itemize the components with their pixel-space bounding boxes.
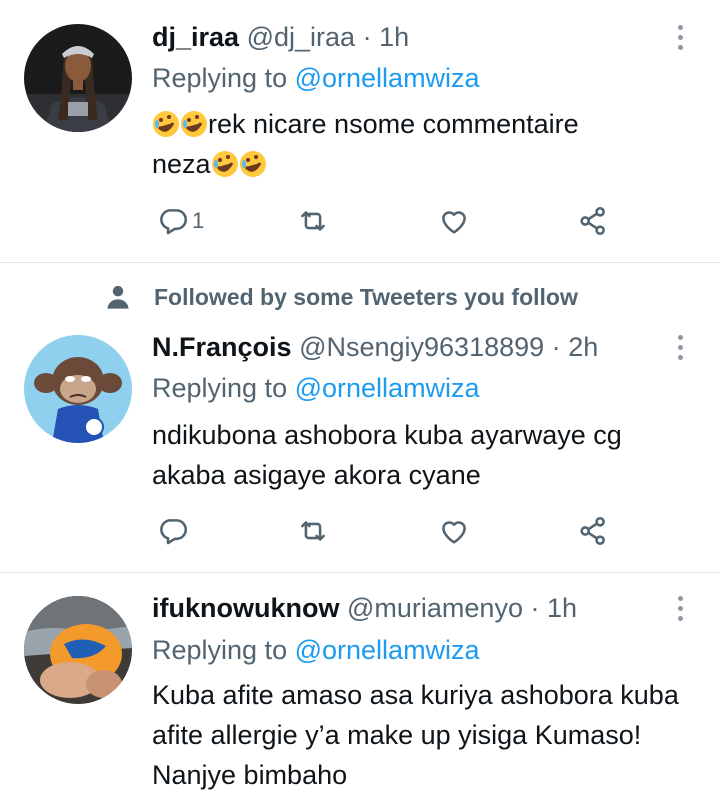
tweet-actions — [152, 511, 632, 551]
avatar[interactable] — [24, 335, 132, 443]
timestamp[interactable]: 1h — [379, 22, 409, 52]
tweet[interactable]: dj_iraa @dj_iraa · 1h Replying to @ornel… — [0, 0, 720, 262]
replying-to: Replying to @ornellamwiza — [152, 371, 480, 405]
tweet[interactable]: Followed by some Tweeters you follow N.F… — [0, 263, 720, 572]
more-icon[interactable] — [668, 332, 692, 362]
share-icon — [580, 206, 605, 236]
rofl-emoji-icon — [211, 151, 238, 177]
like-icon — [442, 211, 466, 234]
display-name[interactable]: dj_iraa — [152, 22, 239, 52]
reply-count: 1 — [192, 208, 205, 233]
more-icon[interactable] — [668, 593, 692, 623]
like-button[interactable] — [437, 201, 471, 241]
reply-icon — [160, 209, 188, 235]
share-button[interactable] — [576, 201, 610, 241]
more-icon[interactable] — [668, 22, 692, 52]
reply-button[interactable]: 1 — [156, 201, 204, 241]
retweet-icon — [301, 521, 325, 541]
rofl-emoji-icon — [239, 151, 266, 177]
share-icon — [580, 516, 605, 546]
user-handle[interactable]: @dj_iraa — [247, 22, 355, 52]
tweet-header: dj_iraa @dj_iraa · 1h — [152, 20, 409, 54]
person-icon — [107, 285, 129, 309]
user-handle[interactable]: @muriamenyo — [347, 593, 523, 623]
replying-to: Replying to @ornellamwiza — [152, 61, 480, 95]
mention-link[interactable]: @ornellamwiza — [295, 63, 480, 93]
timestamp[interactable]: 2h — [568, 332, 598, 362]
social-context-text: Followed by some Tweeters you follow — [154, 283, 578, 310]
timestamp[interactable]: 1h — [547, 593, 577, 623]
tweet-text: 🤣🤣 rek nicare nsome commentaire neza🤣🤣 — [152, 104, 692, 184]
timeline: dj_iraa @dj_iraa · 1h Replying to @ornel… — [0, 0, 720, 797]
separator: · — [530, 593, 540, 623]
separator: · — [551, 332, 561, 362]
share-button[interactable] — [576, 511, 610, 551]
tweet-actions: 1 — [152, 201, 632, 241]
tweet-text-line: rek nicare nsome commentaire — [208, 109, 579, 139]
separator: · — [362, 22, 372, 52]
rofl-emoji-icon — [181, 111, 207, 137]
tweet-header: N.François @Nsengiy96318899 · 2h — [152, 330, 598, 364]
reply-icon — [160, 519, 188, 545]
tweet[interactable]: ifuknowuknow @muriamenyo · 1h Replying t… — [0, 573, 720, 797]
retweet-icon — [301, 211, 325, 231]
tweet-text: Kuba afite amaso asa kuriya ashobora kub… — [152, 680, 679, 790]
replying-to-label: Replying to — [152, 373, 288, 403]
mention-link[interactable]: @ornellamwiza — [295, 635, 480, 665]
replying-to-label: Replying to — [152, 63, 288, 93]
avatar[interactable] — [24, 24, 132, 132]
user-handle[interactable]: @Nsengiy96318899 — [299, 332, 544, 362]
avatar[interactable] — [24, 596, 132, 704]
tweet-text: ndikubona ashobora kuba ayarwaye cg akab… — [152, 420, 622, 490]
social-context: Followed by some Tweeters you follow — [104, 280, 578, 314]
mention-link[interactable]: @ornellamwiza — [295, 373, 480, 403]
display-name[interactable]: N.François — [152, 332, 292, 362]
like-icon — [442, 521, 466, 544]
tweet-header: ifuknowuknow @muriamenyo · 1h — [152, 591, 577, 625]
reply-button[interactable] — [156, 511, 190, 551]
replying-to: Replying to @ornellamwiza — [152, 633, 480, 667]
like-button[interactable] — [437, 511, 471, 551]
tweet-text-line: neza — [152, 149, 211, 179]
retweet-button[interactable] — [296, 201, 330, 241]
rofl-emoji-icon — [153, 111, 179, 137]
display-name[interactable]: ifuknowuknow — [152, 593, 339, 623]
replying-to-label: Replying to — [152, 635, 288, 665]
retweet-button[interactable] — [296, 511, 330, 551]
